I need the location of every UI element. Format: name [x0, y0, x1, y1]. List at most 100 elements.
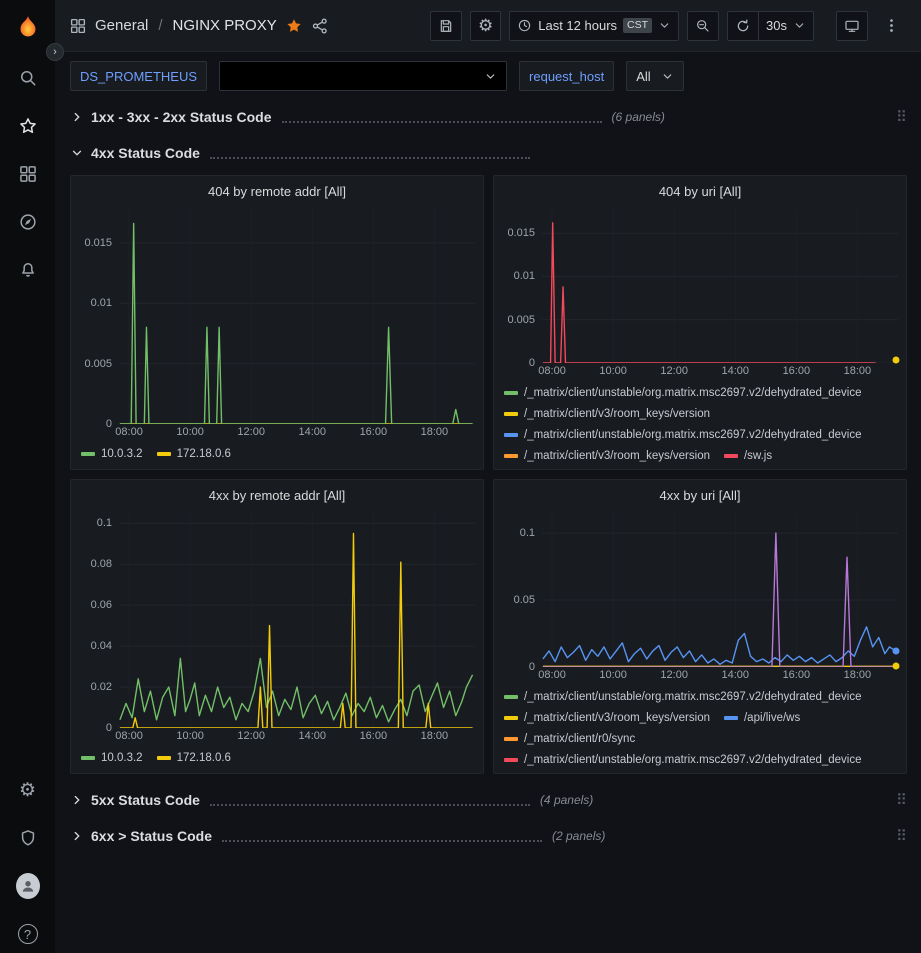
row-title: 4xx Status Code: [91, 145, 200, 161]
x-tick-label: 14:00: [299, 730, 327, 742]
panel-title[interactable]: 404 by uri [All]: [502, 180, 898, 201]
legend-item[interactable]: /sw.js: [724, 447, 772, 463]
dashboards-icon[interactable]: [16, 162, 40, 186]
row-header-6xx[interactable]: 6xx > Status Code (2 panels) ⠿: [70, 822, 907, 850]
kebab-menu-button[interactable]: [876, 11, 907, 41]
legend-item[interactable]: /api/live/ws: [724, 709, 800, 727]
series-end-dot: [893, 356, 900, 363]
variable-request-host-label[interactable]: request_host: [519, 61, 614, 91]
zoom-out-button[interactable]: [687, 11, 719, 41]
legend-item[interactable]: /_matrix/client/unstable/org.matrix.msc2…: [504, 426, 862, 444]
settings-gear-icon[interactable]: ⚙: [16, 778, 40, 802]
panel-title[interactable]: 404 by remote addr [All]: [79, 180, 475, 201]
legend: 10.0.3.2 172.18.0.6: [79, 744, 475, 767]
x-axis-labels: 08:0010:0012:0014:0016:0018:00: [119, 424, 475, 440]
legend-label: /_matrix/client/unstable/org.matrix.msc2…: [524, 751, 862, 767]
apps-grid-icon[interactable]: [69, 17, 87, 35]
y-tick-label: 0: [106, 418, 112, 430]
alerting-bell-icon[interactable]: [16, 258, 40, 282]
y-tick-label: 0.015: [507, 227, 535, 239]
help-icon[interactable]: ?: [16, 922, 40, 946]
panel-grid: 404 by remote addr [All]00.0050.010.0150…: [70, 175, 907, 774]
dashboard-settings-button[interactable]: ⚙: [470, 11, 501, 41]
y-axis: 00.050.1: [502, 513, 542, 667]
y-axis: 00.020.040.060.080.1: [79, 513, 119, 728]
grafana-logo[interactable]: [13, 14, 43, 44]
legend-item[interactable]: /_matrix/client/unstable/org.matrix.msc2…: [504, 384, 862, 402]
explore-compass-icon[interactable]: [16, 210, 40, 234]
legend-item[interactable]: 10.0.3.2: [81, 749, 143, 767]
time-range-picker[interactable]: Last 12 hours CST: [509, 11, 679, 41]
x-tick-label: 14:00: [299, 426, 327, 438]
legend-color-mark: [724, 716, 738, 720]
sidebar-expand-chevron-icon[interactable]: ›: [46, 43, 64, 61]
x-tick-label: 12:00: [237, 730, 265, 742]
variable-request-host-select[interactable]: All: [626, 61, 683, 91]
panel-title[interactable]: 4xx by uri [All]: [502, 484, 898, 505]
x-tick-label: 14:00: [722, 365, 750, 377]
y-tick-label: 0: [529, 357, 535, 369]
y-tick-label: 0.1: [520, 527, 535, 539]
row-header-5xx[interactable]: 5xx Status Code (4 panels) ⠿: [70, 786, 907, 814]
save-dashboard-button[interactable]: [430, 11, 462, 41]
clock-icon: [517, 18, 532, 33]
chevron-right-icon: [70, 793, 84, 807]
panel-404-by-remote-addr: 404 by remote addr [All] 00.0050.010.0150…: [70, 175, 484, 470]
x-axis: 08:0010:0012:0014:0016:0018:00: [502, 363, 898, 379]
legend-item[interactable]: 172.18.0.6: [157, 749, 231, 767]
legend-item[interactable]: /_matrix/client/v3/room_keys/version: [504, 405, 710, 423]
legend-color-mark: [157, 756, 171, 760]
x-axis-labels: 08:0010:0012:0014:0016:0018:00: [119, 728, 475, 744]
panel-title[interactable]: 4xx by remote addr [All]: [79, 484, 475, 505]
chevron-down-icon: [661, 70, 674, 83]
x-tick-label: 08:00: [538, 365, 566, 377]
y-tick-label: 0.04: [91, 640, 112, 652]
favorite-star-icon[interactable]: [285, 17, 303, 35]
breadcrumb-section[interactable]: General: [95, 17, 148, 34]
x-tick-label: 16:00: [783, 365, 811, 377]
row-header-4xx[interactable]: 4xx Status Code: [70, 139, 907, 167]
legend-item[interactable]: /_matrix/client/unstable/org.matrix.msc2…: [504, 688, 862, 706]
refresh-button[interactable]: [727, 11, 759, 41]
chevron-down-icon: [70, 146, 84, 160]
legend-label: /_matrix/client/v3/room_keys/version: [524, 709, 710, 727]
variable-datasource-label[interactable]: DS_PROMETHEUS: [70, 61, 207, 91]
x-tick-label: 14:00: [722, 669, 750, 681]
search-icon[interactable]: [16, 66, 40, 90]
y-tick-label: 0: [529, 661, 535, 673]
user-avatar[interactable]: [16, 874, 40, 898]
share-icon[interactable]: [311, 17, 329, 35]
breadcrumb-separator: /: [158, 17, 162, 34]
row-drag-handle[interactable]: ⠿: [896, 829, 907, 844]
row-title: 6xx > Status Code: [91, 828, 212, 844]
legend-item[interactable]: /_matrix/client/v3/room_keys/version: [504, 709, 710, 727]
legend-color-mark: [504, 716, 518, 720]
row-drag-handle[interactable]: ⠿: [896, 793, 907, 808]
server-admin-shield-icon[interactable]: [16, 826, 40, 850]
legend-item[interactable]: /_matrix/client/r0/sync: [504, 730, 635, 748]
starred-dashboards-icon[interactable]: [16, 114, 40, 138]
plot-canvas: [542, 513, 898, 667]
refresh-interval-dropdown[interactable]: 30s: [758, 11, 814, 41]
legend-item[interactable]: 10.0.3.2: [81, 445, 143, 463]
series-end-dot: [893, 647, 900, 654]
breadcrumb-dashboard-title[interactable]: NGINX PROXY: [173, 17, 277, 34]
legend-color-mark: [504, 758, 518, 762]
row-dots: [210, 148, 530, 159]
y-axis: 00.0050.010.015: [79, 209, 119, 424]
tv-mode-button[interactable]: [836, 11, 868, 41]
legend-item[interactable]: /_matrix/client/unstable/org.matrix.msc2…: [504, 751, 862, 767]
y-tick-label: 0.05: [514, 594, 535, 606]
x-tick-label: 12:00: [660, 365, 688, 377]
refresh-group: 30s: [727, 11, 814, 41]
series-line: [120, 658, 473, 721]
legend-item[interactable]: 172.18.0.6: [157, 445, 231, 463]
legend-label: /_matrix/client/v3/room_keys/version: [524, 447, 710, 463]
breadcrumb: General / NGINX PROXY: [95, 17, 277, 34]
legend-item[interactable]: /_matrix/client/v3/room_keys/version: [504, 447, 710, 463]
x-tick-label: 12:00: [660, 669, 688, 681]
row-drag-handle[interactable]: ⠿: [896, 110, 907, 125]
variable-datasource-select[interactable]: [219, 61, 507, 91]
x-tick-label: 18:00: [844, 365, 872, 377]
row-header-1xx-3xx-2xx[interactable]: 1xx - 3xx - 2xx Status Code (6 panels) ⠿: [70, 103, 907, 131]
